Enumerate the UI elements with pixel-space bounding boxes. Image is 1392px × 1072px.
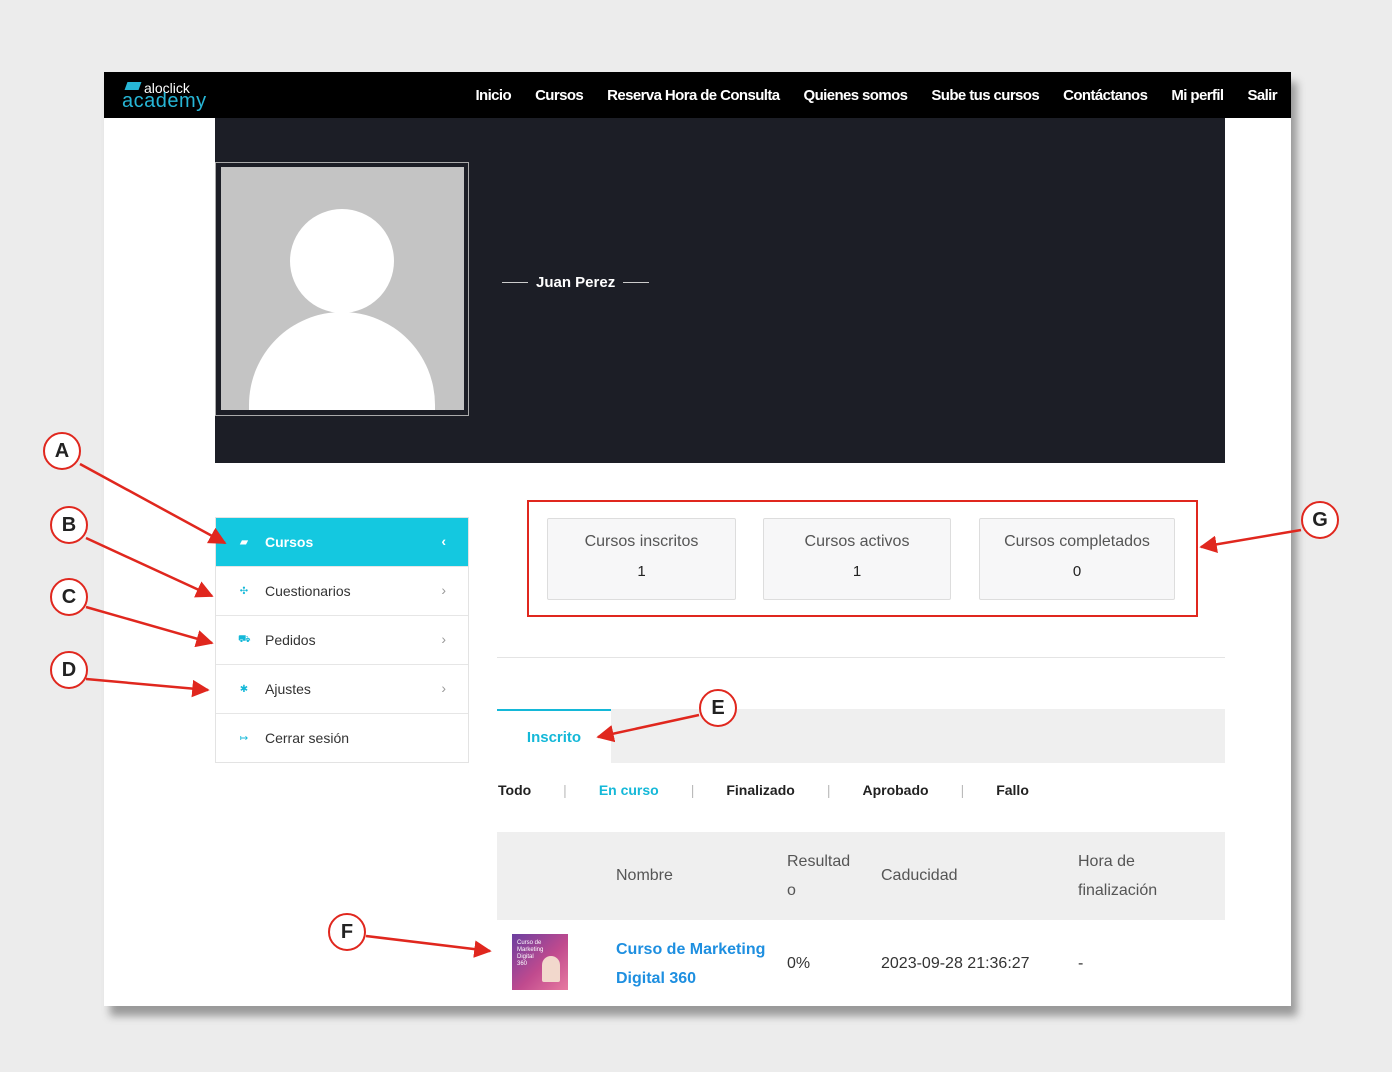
logout-icon: ↦ [239, 732, 249, 744]
nav-contactanos[interactable]: Contáctanos [1063, 87, 1148, 104]
tab-inscrito[interactable]: Inscrito [497, 709, 611, 763]
graduation-cap-icon [124, 82, 142, 90]
puzzle-icon: ✣ [239, 585, 249, 597]
profile-banner: Juan Perez [215, 118, 1225, 463]
filter-separator: | [960, 782, 965, 798]
sidebar-item-cerrar-sesion[interactable]: ↦ Cerrar sesión [216, 714, 468, 762]
avatar-body-shape [249, 312, 435, 410]
filter-separator: | [690, 782, 695, 798]
avatar[interactable] [215, 162, 469, 416]
col-resultado: Resultad o [787, 847, 850, 905]
sidebar-item-label: Pedidos [265, 632, 316, 648]
course-tabs: Inscrito [497, 709, 1225, 763]
filter-todo[interactable]: Todo [498, 782, 531, 798]
sidebar-item-pedidos[interactable]: ⛟ Pedidos › [216, 616, 468, 665]
col-hora-finalizacion: Hora de finalización [1078, 847, 1157, 905]
aloclick-academy-logo[interactable]: aloclick academy [122, 78, 242, 114]
table-row: Curso de Marketing Digital 360 Curso de … [497, 920, 1225, 1006]
table-header: Nombre Resultad o Caducidad Hora de fina… [497, 832, 1225, 920]
avatar-head-shape [290, 209, 394, 313]
col-hora-line2: finalización [1078, 882, 1158, 899]
section-divider [497, 657, 1225, 658]
sidebar-item-label: Cursos [265, 534, 314, 550]
chevron-right-icon: › [441, 680, 446, 696]
filter-en-curso[interactable]: En curso [599, 782, 659, 798]
chevron-right-icon: › [441, 582, 446, 598]
courses-table: Nombre Resultad o Caducidad Hora de fina… [497, 832, 1225, 1006]
default-user-icon [221, 167, 464, 410]
thumbnail-person [542, 956, 560, 982]
annotation-badge-c: C [50, 578, 88, 616]
nav-salir[interactable]: Salir [1247, 87, 1277, 104]
sidebar-item-label: Cerrar sesión [265, 730, 350, 746]
filter-finalizado[interactable]: Finalizado [726, 782, 794, 798]
nav-mi-perfil[interactable]: Mi perfil [1171, 87, 1224, 104]
filter-aprobado[interactable]: Aprobado [862, 782, 928, 798]
col-hora-line1: Hora de [1078, 853, 1135, 870]
profile-name: Juan Perez [536, 274, 616, 291]
book-icon: ▰ [240, 536, 248, 548]
sidebar-item-cursos[interactable]: ▰ Cursos ‹ [216, 518, 468, 567]
annotation-badge-f: F [328, 913, 366, 951]
nav-quienes-somos[interactable]: Quienes somos [804, 87, 909, 104]
annotation-badge-g: G [1301, 501, 1339, 539]
course-finish-time: - [1078, 955, 1084, 972]
nav-reserva-hora[interactable]: Reserva Hora de Consulta [607, 87, 780, 104]
col-nombre: Nombre [616, 867, 673, 884]
gear-icon: ✱ [239, 683, 249, 695]
annotation-badge-b: B [50, 506, 88, 544]
course-name-link[interactable]: Curso de Marketing Digital 360 [616, 935, 765, 993]
course-name-line1: Curso de Marketing [616, 941, 766, 958]
course-expiry: 2023-09-28 21:36:27 [881, 955, 1030, 972]
top-navbar: aloclick academy Inicio Cursos Reserva H… [104, 72, 1291, 118]
sidebar-item-label: Ajustes [265, 681, 311, 697]
filter-separator: | [563, 782, 567, 798]
annotation-badge-a: A [43, 432, 81, 470]
annotation-badge-e: E [699, 689, 737, 727]
dashboard-sidebar: ▰ Cursos ‹ ✣ Cuestionarios › ⛟ Pedidos ›… [215, 517, 469, 763]
filter-separator: | [826, 782, 831, 798]
thumbnail-caption: Curso de Marketing Digital 360 [517, 940, 544, 967]
nav-inicio[interactable]: Inicio [475, 87, 511, 104]
col-resultado-line2: o [787, 882, 796, 899]
sidebar-item-ajustes[interactable]: ✱ Ajustes › [216, 665, 468, 714]
nav-cursos[interactable]: Cursos [535, 87, 584, 104]
chevron-right-icon: › [441, 631, 446, 647]
filter-fallo[interactable]: Fallo [996, 782, 1029, 798]
name-divider-left [502, 282, 528, 283]
course-thumbnail[interactable]: Curso de Marketing Digital 360 [512, 934, 568, 990]
col-resultado-line1: Resultad [787, 853, 851, 870]
course-name-line2: Digital 360 [616, 970, 697, 987]
logo-text-bottom: academy [122, 90, 207, 112]
sidebar-item-cuestionarios[interactable]: ✣ Cuestionarios › [216, 567, 468, 616]
chevron-left-icon: ‹ [441, 533, 446, 549]
name-divider-right [623, 282, 650, 283]
col-caducidad: Caducidad [881, 867, 958, 884]
main-nav: Inicio Cursos Reserva Hora de Consulta Q… [475, 72, 1277, 118]
course-result: 0% [787, 955, 811, 972]
profile-name-block: Juan Perez [502, 274, 650, 291]
nav-sube-cursos[interactable]: Sube tus cursos [931, 87, 1039, 104]
sidebar-item-label: Cuestionarios [265, 583, 351, 599]
annotation-badge-d: D [50, 651, 88, 689]
status-filter: Todo | En curso | Finalizado | Aprobado … [498, 782, 1029, 798]
annotation-box-stats [527, 500, 1198, 617]
cart-icon: ⛟ [238, 633, 251, 645]
